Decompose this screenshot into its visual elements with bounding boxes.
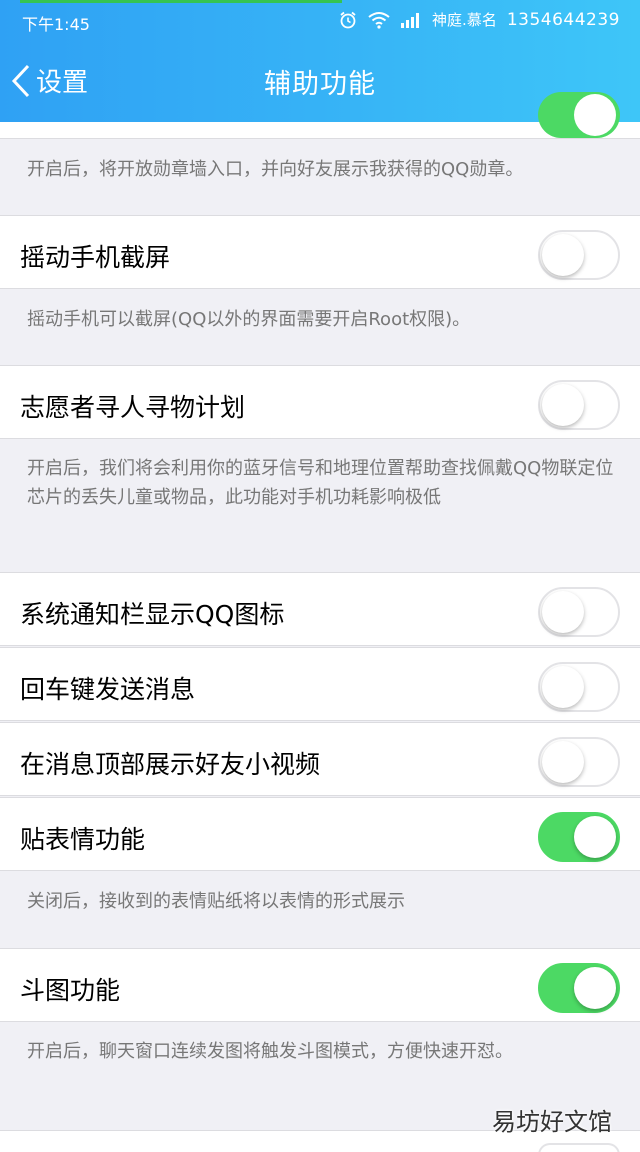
setting-row-sticker[interactable]: 贴表情功能 <box>0 797 640 871</box>
setting-label: 斗图功能 <box>20 976 121 1005</box>
setting-label: 志愿者寻人寻物计划 <box>20 393 246 422</box>
setting-label: 摇动手机截屏 <box>20 243 171 272</box>
setting-row-enter-to-send[interactable]: 回车键发送消息 <box>0 647 640 721</box>
toggle-knob <box>542 741 584 783</box>
page-title: 辅助功能 <box>264 69 376 100</box>
watermark: 易坊好文馆 <box>492 1108 612 1136</box>
setting-row-shake-screenshot[interactable]: 摇动手机截屏 <box>0 215 640 289</box>
phone-number: 1354644239 <box>506 9 620 30</box>
setting-label: 系统通知栏显示QQ图标 <box>20 600 285 629</box>
status-right: 神庭.慕名 1354644239 <box>338 9 620 30</box>
status-time: 下午1:45 <box>22 15 90 34</box>
setting-row-friend-video[interactable]: 在消息顶部展示好友小视频 <box>0 722 640 796</box>
doutu-description: 开启后，聊天窗口连续发图将触发斗图模式，方便快速开怼。 <box>27 1041 513 1062</box>
toggle-knob <box>542 666 584 708</box>
volunteer-plan-description: 开启后，我们将会利用你的蓝牙信号和地理位置帮助查找佩戴QQ物联定位芯片的丢失儿童… <box>27 458 614 508</box>
volunteer-plan-toggle[interactable] <box>538 380 620 430</box>
status-bar: 下午1:45 神庭.慕名 1354644239 <box>0 6 640 35</box>
alarm-icon <box>340 11 356 28</box>
setting-label: 贴表情功能 <box>20 825 146 854</box>
setting-label: 在消息顶部展示好友小视频 <box>20 750 321 779</box>
enter-to-send-toggle[interactable] <box>538 662 620 712</box>
carrier-name: 神庭.慕名 <box>432 11 497 29</box>
signal-icon <box>401 12 420 28</box>
shake-screenshot-description: 摇动手机可以截屏(QQ以外的界面需要开启Root权限)。 <box>27 309 471 330</box>
wifi-icon <box>368 11 390 29</box>
next-setting-toggle[interactable] <box>538 1143 620 1152</box>
shake-screenshot-toggle[interactable] <box>538 230 620 280</box>
toggle-knob <box>542 384 584 426</box>
loading-progress-bar <box>20 0 342 3</box>
medal-wall-toggle[interactable] <box>538 92 620 138</box>
setting-row-volunteer-plan[interactable]: 志愿者寻人寻物计划 <box>0 365 640 439</box>
doutu-toggle[interactable] <box>538 963 620 1013</box>
toggle-knob <box>574 967 616 1009</box>
toggle-knob <box>542 234 584 276</box>
toggle-knob <box>542 591 584 633</box>
medal-wall-row-partial <box>0 92 640 139</box>
medal-wall-description: 开启后，将开放勋章墙入口，并向好友展示我获得的QQ勋章。 <box>27 159 524 180</box>
sticker-toggle[interactable] <box>538 812 620 862</box>
sticker-description: 关闭后，接收到的表情贴纸将以表情的形式展示 <box>27 891 405 912</box>
setting-row-notification-icon[interactable]: 系统通知栏显示QQ图标 <box>0 572 640 646</box>
setting-label: 回车键发送消息 <box>20 675 196 704</box>
friend-video-toggle[interactable] <box>538 737 620 787</box>
setting-row-doutu[interactable]: 斗图功能 <box>0 948 640 1022</box>
notification-icon-toggle[interactable] <box>538 587 620 637</box>
toggle-knob <box>574 816 616 858</box>
toggle-knob <box>574 94 616 136</box>
